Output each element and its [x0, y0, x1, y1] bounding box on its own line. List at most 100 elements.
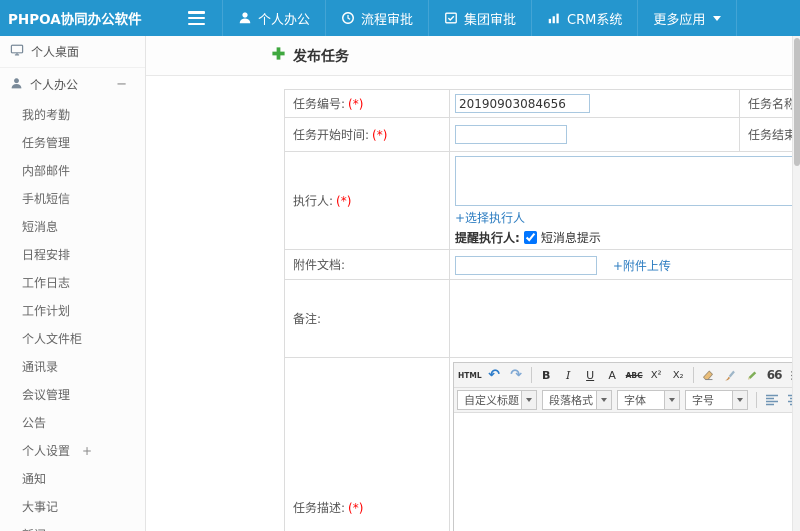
editor-toolbar-row2: 自定义标题 段落格式 字体 字号: [454, 388, 800, 413]
sidebar-item-task-management[interactable]: 任务管理: [0, 129, 145, 157]
remark-textarea[interactable]: [455, 283, 800, 351]
required-mark: (*): [348, 501, 364, 515]
sidebar-item-internal-mail[interactable]: 内部邮件: [0, 157, 145, 185]
underline-button[interactable]: U: [580, 365, 601, 385]
sidebar-item-desktop[interactable]: 个人桌面: [0, 36, 145, 68]
app-brand: PHPOA协同办公软件: [8, 12, 142, 28]
nav-group-approval[interactable]: 集团审批: [428, 0, 531, 36]
form-row-remark: 备注:: [284, 279, 800, 358]
remark-label: 备注:: [293, 312, 322, 326]
sidebar-item-events[interactable]: 大事记: [0, 493, 145, 521]
undo-button[interactable]: ↶: [484, 365, 505, 385]
paragraph-format-select[interactable]: 段落格式: [542, 390, 612, 410]
align-left-icon: [765, 394, 778, 406]
start-time-input[interactable]: [455, 125, 567, 144]
required-mark: (*): [336, 194, 352, 208]
sidebar-item-attendance[interactable]: 我的考勤: [0, 101, 145, 129]
required-mark: (*): [348, 97, 364, 111]
sms-remind-label: 短消息提示: [540, 230, 601, 245]
sidebar-item-personal-settings[interactable]: 个人设置 +: [0, 437, 145, 465]
pen-button[interactable]: [742, 365, 763, 385]
subscript-button[interactable]: X₂: [668, 365, 689, 385]
font-family-select[interactable]: 字体: [617, 390, 680, 410]
clock-icon: [341, 11, 355, 25]
blockquote-button[interactable]: 66: [764, 365, 785, 385]
attachment-input[interactable]: [455, 256, 597, 276]
sidebar: 个人桌面 个人办公 − 我的考勤 任务管理 内部邮件 手机短信 短消息 日程安排…: [0, 36, 146, 531]
page-title-bar: 发布任务: [146, 36, 800, 76]
eraser-icon: [703, 369, 714, 380]
attachment-upload-link[interactable]: +附件上传: [613, 257, 671, 274]
task-number-label: 任务编号:: [293, 97, 346, 111]
sidebar-item-work-plan[interactable]: 工作计划: [0, 297, 145, 325]
attachment-label: 附件文档:: [293, 258, 346, 272]
pen-icon: [748, 370, 757, 380]
format-brush-button[interactable]: [720, 365, 741, 385]
sidebar-item-work-log[interactable]: 工作日志: [0, 269, 145, 297]
eraser-button[interactable]: [698, 365, 719, 385]
chevron-down-icon: [669, 398, 675, 402]
toolbar-separator: [692, 367, 694, 383]
remind-executor-row: 提醒执行人: 短消息提示: [455, 229, 800, 246]
chevron-down-icon: [526, 398, 532, 402]
form-row-task-time: 任务开始时间:(*) 任务结束时间:(*): [284, 117, 800, 152]
nav-personal-office[interactable]: 个人办公: [222, 0, 325, 36]
bar-chart-icon: [547, 11, 561, 25]
check-square-icon: [444, 11, 458, 25]
nav-more-apps[interactable]: 更多应用: [637, 0, 738, 36]
nav-crm-system[interactable]: CRM系统: [531, 0, 637, 36]
sidebar-group-personal-office[interactable]: 个人办公 −: [0, 68, 145, 101]
chevron-down-icon: [737, 398, 743, 402]
collapse-icon[interactable]: −: [116, 77, 127, 92]
choose-executor-link[interactable]: +选择执行人: [455, 209, 525, 226]
expand-icon[interactable]: +: [82, 437, 92, 465]
redo-button[interactable]: ↷: [506, 365, 527, 385]
sidebar-item-meeting[interactable]: 会议管理: [0, 381, 145, 409]
sidebar-menu: 我的考勤 任务管理 内部邮件 手机短信 短消息 日程安排 工作日志 工作计划 个…: [0, 101, 145, 531]
description-label: 任务描述:: [293, 501, 346, 515]
topbar: PHPOA协同办公软件 个人办公 流程审批 集团审批 CRM系统 更多应用: [0, 0, 800, 36]
add-plus-icon: [271, 46, 286, 65]
italic-button[interactable]: I: [558, 365, 579, 385]
desktop-icon: [10, 43, 24, 60]
bold-button[interactable]: B: [536, 365, 557, 385]
toolbar-separator: [756, 392, 757, 408]
sidebar-item-contacts[interactable]: 通讯录: [0, 353, 145, 381]
person-icon: [10, 77, 23, 93]
html-source-button[interactable]: HTML: [457, 365, 483, 385]
sidebar-item-news[interactable]: 新闻: [0, 521, 145, 531]
menu-toggle-button[interactable]: [188, 11, 208, 25]
font-button[interactable]: A: [602, 365, 623, 385]
sidebar-item-file-cabinet[interactable]: 个人文件柜: [0, 325, 145, 353]
nav-workflow-approval[interactable]: 流程审批: [325, 0, 428, 36]
executor-textarea[interactable]: [455, 155, 800, 206]
sms-remind-checkbox[interactable]: [523, 230, 537, 244]
heading-style-select[interactable]: 自定义标题: [457, 390, 537, 410]
executor-label: 执行人:: [293, 194, 334, 208]
task-number-input[interactable]: [455, 94, 590, 113]
sidebar-item-mobile-sms[interactable]: 手机短信: [0, 185, 145, 213]
sidebar-item-short-message[interactable]: 短消息: [0, 213, 145, 241]
editor-content[interactable]: [454, 413, 800, 531]
superscript-button[interactable]: X²: [646, 365, 667, 385]
sidebar-item-notice[interactable]: 通知: [0, 465, 145, 493]
vertical-scrollbar[interactable]: [792, 36, 800, 531]
scrollbar-thumb[interactable]: [794, 38, 800, 166]
toolbar-separator: [530, 367, 532, 383]
start-time-label: 任务开始时间:: [293, 128, 370, 142]
phpoa-app: PHPOA协同办公软件 个人办公 流程审批 集团审批 CRM系统 更多应用 个人…: [0, 0, 800, 531]
publish-task-form: 任务编号:(*) 任务名称:(*) 任务开始时间:(*) 任务结束时间:(*) …: [284, 89, 800, 531]
rich-text-editor: HTML ↶ ↷ B I U A ABC X² X₂ 66 自定义标题 段落格式…: [453, 362, 800, 531]
strikethrough-button[interactable]: ABC: [624, 365, 645, 385]
sidebar-item-announcement[interactable]: 公告: [0, 409, 145, 437]
main-content: 发布任务 任务编号:(*) 任务名称:(*) 任务开始时间:(*) 任务结束时间…: [146, 36, 800, 531]
font-size-select[interactable]: 字号: [685, 390, 748, 410]
sidebar-item-schedule[interactable]: 日程安排: [0, 241, 145, 269]
format-brush-icon: [725, 370, 736, 380]
form-row-task-number: 任务编号:(*) 任务名称:(*): [284, 89, 800, 118]
remind-executor-label: 提醒执行人:: [455, 230, 520, 245]
editor-toolbar-row1: HTML ↶ ↷ B I U A ABC X² X₂ 66: [454, 363, 800, 388]
page-title: 发布任务: [293, 48, 349, 65]
form-row-executor: 执行人: (*) +选择执行人 提醒执行人: 短消息提示: [284, 151, 800, 250]
align-left-button[interactable]: [761, 390, 782, 410]
